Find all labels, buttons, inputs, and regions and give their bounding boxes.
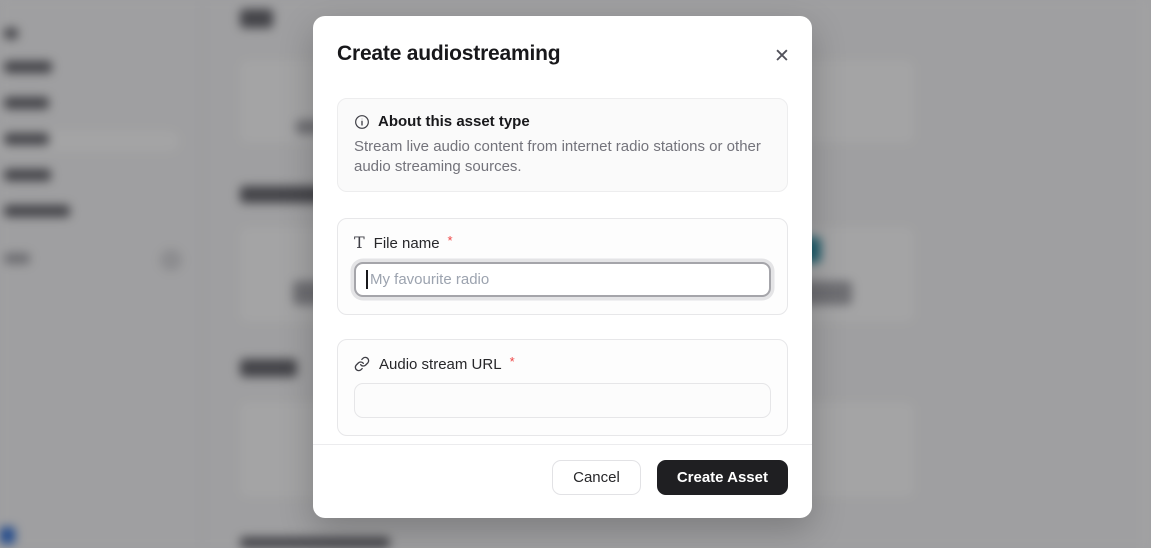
cancel-button[interactable]: Cancel [552, 460, 641, 495]
close-icon: ✕ [774, 47, 790, 66]
text-type-icon: T [354, 235, 365, 251]
audio-stream-url-field-group: Audio stream URL * [337, 339, 788, 436]
link-icon [354, 356, 370, 372]
required-asterisk: * [510, 354, 515, 369]
text-cursor [366, 270, 368, 289]
required-asterisk: * [448, 233, 453, 248]
audio-stream-url-label: Audio stream URL [379, 356, 502, 373]
info-icon [354, 114, 370, 130]
info-box-body: Stream live audio content from internet … [354, 137, 771, 177]
file-name-field-group: T File name * [337, 218, 788, 315]
asset-type-info-box: About this asset type Stream live audio … [337, 98, 788, 192]
dialog-title: Create audiostreaming [337, 42, 788, 66]
dialog-footer: Cancel Create Asset [313, 444, 812, 518]
info-box-title: About this asset type [378, 113, 530, 130]
file-name-label: File name [374, 235, 440, 252]
file-name-input[interactable] [354, 262, 771, 297]
audio-stream-url-input[interactable] [354, 383, 771, 418]
close-button[interactable]: ✕ [768, 42, 796, 70]
create-audiostreaming-dialog: Create audiostreaming ✕ About this asset… [313, 16, 812, 518]
create-asset-button[interactable]: Create Asset [657, 460, 788, 495]
